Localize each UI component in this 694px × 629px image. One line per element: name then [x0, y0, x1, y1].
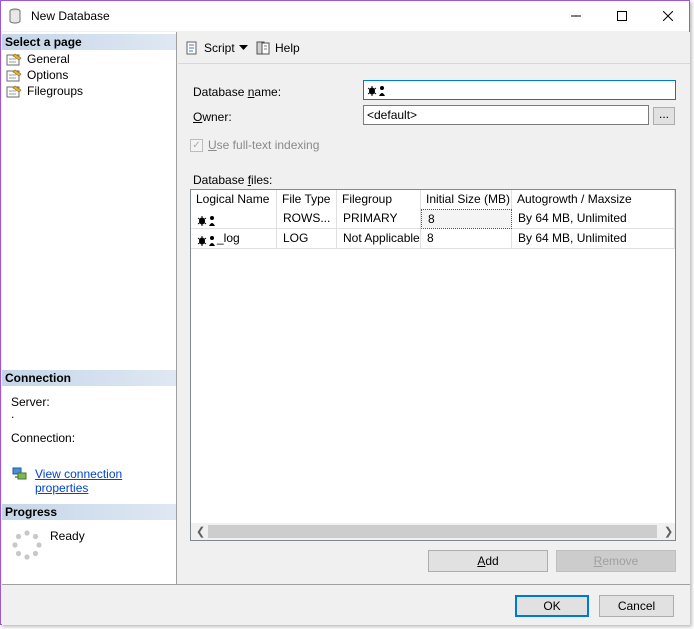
- column-header[interactable]: Autogrowth / Maxsize: [512, 190, 675, 209]
- connection-properties-icon: [12, 467, 27, 480]
- logical-name-cell[interactable]: _log: [191, 229, 277, 249]
- script-button[interactable]: Script: [184, 40, 235, 56]
- table-row[interactable]: _log LOG Not Applicable 8 By 64 MB, Unli…: [191, 229, 675, 249]
- file-type-cell[interactable]: LOG: [277, 229, 337, 249]
- column-header[interactable]: Filegroup: [337, 190, 421, 209]
- help-book-icon: [256, 41, 270, 55]
- initial-size-cell[interactable]: 8: [421, 229, 512, 249]
- page-wrench-icon: [6, 85, 22, 97]
- ok-button[interactable]: OK: [515, 595, 589, 617]
- column-header[interactable]: Initial Size (MB): [421, 190, 512, 209]
- title-bar: New Database: [1, 1, 689, 31]
- column-header[interactable]: File Type: [277, 190, 337, 209]
- table-row[interactable]: ROWS... PRIMARY 8 By 64 MB, Unlimited: [191, 209, 675, 229]
- grid-header: Logical Name File Type Filegroup Initial…: [191, 190, 675, 209]
- database-files-label: Database files:: [193, 173, 273, 187]
- owner-label: Owner:: [193, 110, 232, 124]
- script-icon: [186, 41, 197, 55]
- server-value: .: [11, 407, 15, 421]
- page-wrench-icon: [6, 53, 22, 65]
- page-item-label: Filegroups: [27, 84, 84, 98]
- window-title: New Database: [31, 9, 110, 23]
- toolbar: Script Help: [178, 32, 690, 64]
- page-item-filegroups[interactable]: Filegroups: [6, 83, 83, 99]
- remove-button[interactable]: Remove: [556, 550, 676, 572]
- logical-name-value: _log: [217, 231, 240, 245]
- bug-icon: [367, 85, 387, 97]
- scrollbar-thumb[interactable]: [208, 525, 657, 538]
- minimize-button[interactable]: [553, 1, 599, 31]
- database-name-label: Database name:: [193, 85, 282, 99]
- progress-spinner-icon: [12, 530, 42, 560]
- script-dropdown-icon[interactable]: [239, 45, 248, 51]
- select-page-header: Select a page: [2, 34, 176, 50]
- minimize-icon: [571, 15, 581, 17]
- connection-header: Connection: [2, 370, 176, 386]
- column-header[interactable]: Logical Name: [191, 190, 277, 209]
- new-database-dialog: New Database Select a page General Optio…: [0, 0, 690, 625]
- fulltext-indexing-label: Use full-text indexing: [208, 138, 320, 152]
- add-button[interactable]: Add: [428, 550, 548, 572]
- initial-size-cell[interactable]: 8: [421, 209, 512, 229]
- filegroup-cell[interactable]: PRIMARY: [337, 209, 421, 229]
- close-icon: [663, 11, 673, 21]
- file-type-cell[interactable]: ROWS...: [277, 209, 337, 229]
- progress-header: Progress: [2, 504, 176, 520]
- horizontal-scrollbar[interactable]: ❮ ❯: [191, 523, 675, 540]
- page-wrench-icon: [6, 69, 22, 81]
- bug-icon: [197, 213, 217, 227]
- general-page: Script Help Database name: Owner: <defau…: [178, 32, 690, 584]
- help-label: Help: [275, 41, 300, 55]
- server-label: Server:: [11, 395, 50, 409]
- left-pane: Select a page General Options Filegroups…: [2, 32, 177, 584]
- database-icon: [9, 8, 21, 24]
- page-item-general[interactable]: General: [6, 51, 70, 67]
- close-button[interactable]: [645, 1, 691, 31]
- bug-icon: [197, 233, 217, 247]
- scroll-left-icon[interactable]: ❮: [196, 525, 205, 538]
- cancel-button[interactable]: Cancel: [599, 595, 674, 617]
- dialog-footer: OK Cancel: [2, 584, 690, 625]
- database-name-input[interactable]: [363, 80, 676, 100]
- script-label: Script: [204, 41, 235, 55]
- filegroup-cell[interactable]: Not Applicable: [337, 229, 421, 249]
- owner-input[interactable]: <default>: [363, 105, 649, 125]
- page-item-options[interactable]: Options: [6, 67, 68, 83]
- database-files-grid[interactable]: Logical Name File Type Filegroup Initial…: [190, 189, 676, 541]
- progress-status: Ready: [50, 529, 85, 543]
- autogrowth-cell[interactable]: By 64 MB, Unlimited: [512, 209, 675, 229]
- page-item-label: General: [27, 52, 70, 66]
- maximize-icon: [617, 11, 627, 21]
- maximize-button[interactable]: [599, 1, 645, 31]
- view-connection-properties-link[interactable]: View connection properties: [35, 467, 176, 495]
- help-button[interactable]: Help: [255, 40, 300, 56]
- autogrowth-cell[interactable]: By 64 MB, Unlimited: [512, 229, 675, 249]
- logical-name-cell[interactable]: [191, 209, 277, 229]
- checkmark-icon: ✓: [190, 138, 203, 152]
- connection-label: Connection:: [11, 431, 76, 445]
- browse-owner-button[interactable]: ...: [653, 107, 675, 125]
- scroll-right-icon[interactable]: ❯: [664, 525, 673, 538]
- fulltext-indexing-checkbox[interactable]: ✓ Use full-text indexing: [190, 138, 319, 152]
- page-item-label: Options: [27, 68, 69, 82]
